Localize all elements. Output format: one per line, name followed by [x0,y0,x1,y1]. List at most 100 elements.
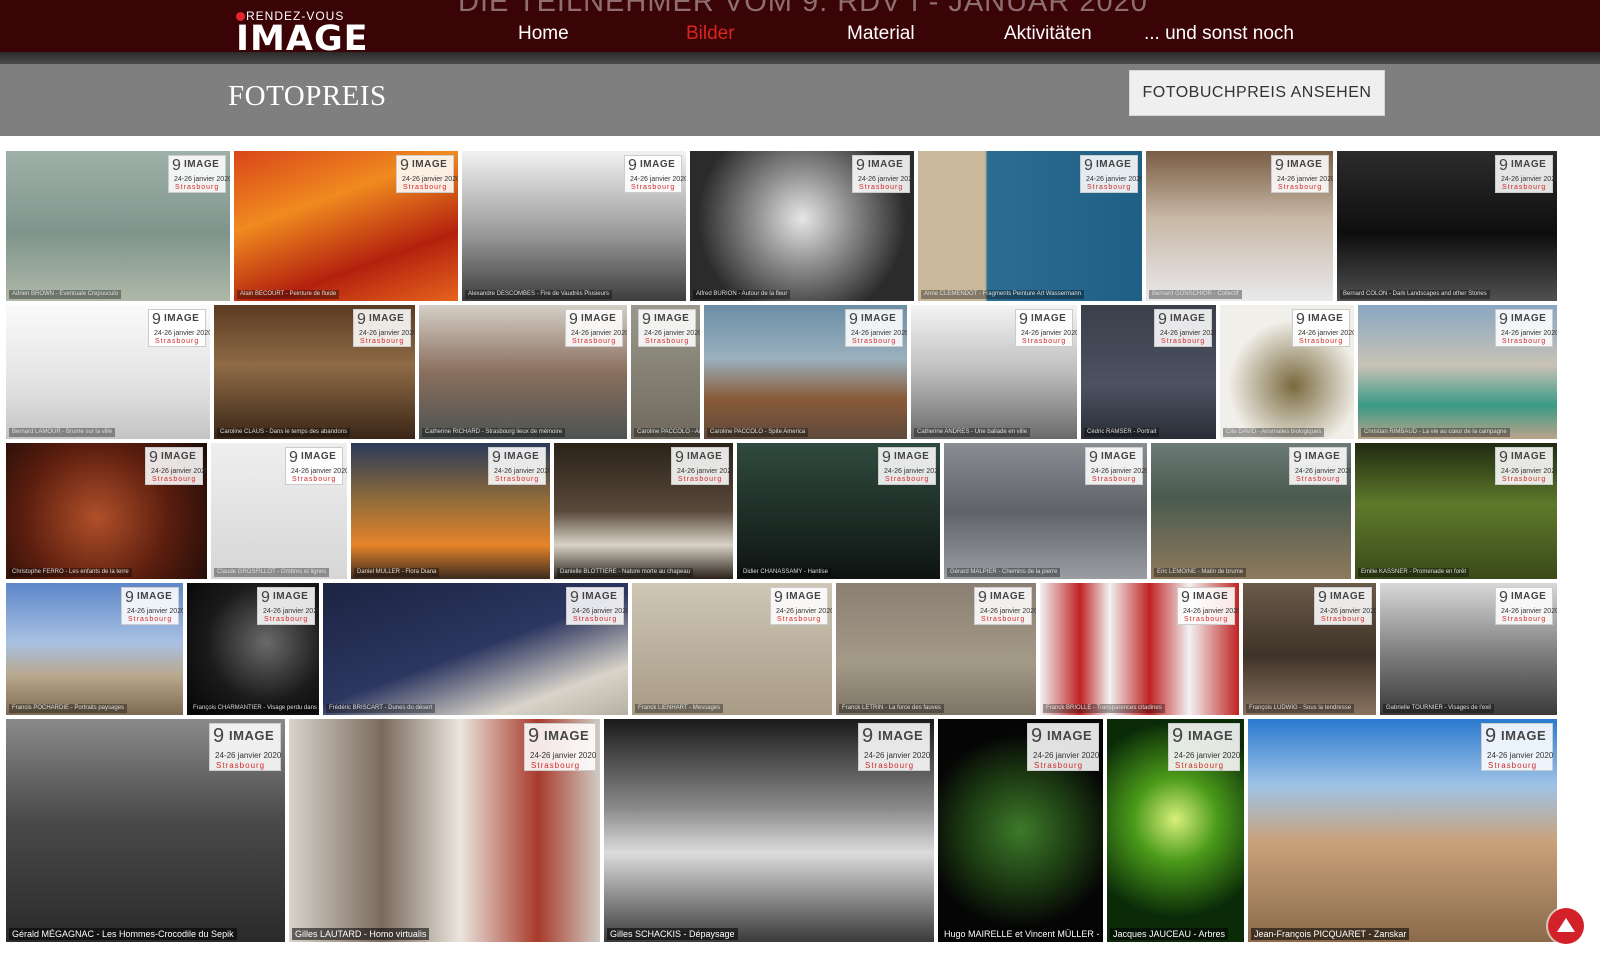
gallery-photo[interactable]: 9 IMAGE 24-26 janvier 2020 Strasbourg Gérard… [943,442,1148,580]
watermark-city: Strasbourg [573,616,618,623]
photo-caption: Didier CHANASSAMY - Hantise [740,568,831,577]
gallery-photo[interactable]: 9 IMAGE 24-26 janvier 2020 Strasbourg Adrien… [5,150,231,302]
gallery-photo[interactable]: 9 IMAGE 24-26 janvier 2020 Strasbourg Jacque… [1106,718,1245,943]
watermark-dates: 24-26 janvier 2020 [884,468,941,475]
watermark-city: Strasbourg [1502,184,1547,191]
watermark-city: Strasbourg [264,616,309,623]
arrow-up-icon [1557,918,1575,932]
nav-bilder[interactable]: Bilder [686,21,735,47]
gallery-photo[interactable]: 9 IMAGE 24-26 janvier 2020 Strasbourg Eric L… [1150,442,1352,580]
gallery-photo[interactable]: 9 IMAGE 24-26 janvier 2020 Strasbourg Gilles… [603,718,935,943]
watermark-city: Strasbourg [1502,338,1547,345]
nav-material[interactable]: Material [847,21,915,47]
gallery-photo[interactable]: 9 IMAGE 24-26 janvier 2020 Strasbourg Emilie… [1354,442,1558,580]
event-watermark: 9 IMAGE 24-26 janvier 2020 Strasbourg [1080,155,1142,193]
watermark-dates: 24-26 janvier 2020 [858,176,915,183]
gallery-photo[interactable]: 9 IMAGE 24-26 janvier 2020 Strasbourg Caroli… [213,304,416,440]
gallery-photo[interactable]: 9 IMAGE 24-26 janvier 2020 Strasbourg Cather… [418,304,628,440]
watermark-dates: 24-26 janvier 2020 [1501,176,1558,183]
gallery-photo[interactable]: 9 IMAGE 24-26 janvier 2020 Strasbourg Bernar… [5,304,211,440]
watermark-logo: IMAGE [1511,159,1547,170]
gallery-photo[interactable]: 9 IMAGE 24-26 janvier 2020 Strasbourg Gabrie… [1379,582,1558,716]
gallery-photo[interactable]: 9 IMAGE 24-26 janvier 2020 Strasbourg Alexan… [461,150,687,302]
gallery-photo[interactable]: 9 IMAGE 24-26 janvier 2020 Strasbourg Franço… [186,582,320,716]
gallery-photo[interactable]: 9 IMAGE 24-26 janvier 2020 Strasbourg Didier… [736,442,941,580]
watermark-city: Strasbourg [1502,616,1547,623]
watermark-number: 9 [856,157,865,174]
watermark-city: Strasbourg [1278,184,1323,191]
nav-aktivitaeten[interactable]: Aktivitäten [1004,21,1092,47]
gallery-photo[interactable]: 9 IMAGE 24-26 janvier 2020 Strasbourg Gilles… [288,718,601,943]
photo-caption: Alexandre DESCOMBES - Fire de Vaudrès Pl… [465,290,612,299]
gallery-photo[interactable]: 9 IMAGE 24-26 janvier 2020 Strasbourg Claude… [210,442,348,580]
photo-caption: Claude GROSFILLOT - Ombres et lignes [214,568,330,577]
gallery-photo[interactable]: 9 IMAGE 24-26 janvier 2020 Strasbourg Alain … [233,150,459,302]
gallery-photo[interactable]: 9 IMAGE 24-26 janvier 2020 Strasbourg Frédér… [322,582,629,716]
gallery-photo[interactable]: 9 IMAGE 24-26 janvier 2020 Strasbourg Bernar… [1145,150,1334,302]
gallery-photo[interactable]: 9 IMAGE 24-26 janvier 2020 Strasbourg Franck… [631,582,833,716]
watermark-dates: 24-26 janvier 2020 [174,176,231,183]
watermark-number: 9 [357,311,366,328]
watermark-dates: 24-26 janvier 2020 [571,330,628,337]
gallery-photo[interactable]: 9 IMAGE 24-26 janvier 2020 Strasbourg Gérald… [5,718,286,943]
watermark-city: Strasbourg [865,761,915,770]
watermark-city: Strasbourg [531,761,581,770]
photo-caption: Frédéric BRISCART - Dunes du désert [326,704,436,713]
gallery-photo[interactable]: 9 IMAGE 24-26 janvier 2020 Strasbourg Franck… [1039,582,1240,716]
photo-caption: Catherine RICHARD - Strasbourg lieux de … [422,428,566,437]
gallery-photo[interactable]: 9 IMAGE 24-26 janvier 2020 Strasbourg Hugo M… [937,718,1104,943]
gallery-photo[interactable]: 9 IMAGE 24-26 janvier 2020 Strasbourg Bernar… [1336,150,1558,302]
event-watermark: 9 IMAGE 24-26 janvier 2020 Strasbourg [285,447,347,485]
gallery-photo[interactable]: 9 IMAGE 24-26 janvier 2020 Strasbourg Cite D… [1219,304,1355,440]
watermark-dates: 24-26 janvier 2020 [1086,176,1143,183]
scroll-to-top-button[interactable] [1548,908,1584,944]
watermark-number: 9 [1181,589,1190,606]
watermark-dates: 24-26 janvier 2020 [1021,330,1078,337]
page-title: FOTOPREIS [228,80,387,112]
watermark-number: 9 [1499,449,1508,466]
gallery-photo[interactable]: 9 IMAGE 24-26 janvier 2020 Strasbourg Franck… [835,582,1037,716]
watermark-logo: IMAGE [1031,313,1067,324]
gallery-photo[interactable]: 9 IMAGE 24-26 janvier 2020 Strasbourg Franço… [1242,582,1377,716]
watermark-city: Strasbourg [572,338,617,345]
nav-home[interactable]: Home [518,21,569,47]
gallery-photo[interactable]: 9 IMAGE 24-26 janvier 2020 Strasbourg Cédric… [1080,304,1217,440]
gallery-photo[interactable]: 9 IMAGE 24-26 janvier 2020 Strasbourg Jean-F… [1247,718,1558,943]
event-watermark: 9 IMAGE 24-26 janvier 2020 Strasbourg [1027,723,1099,771]
photo-caption: Bernard COLON - Dark Landscapes and othe… [1340,290,1490,299]
watermark-logo: IMAGE [990,591,1026,602]
watermark-dates: 24-26 janvier 2020 [980,608,1037,615]
gallery-photo[interactable]: 9 IMAGE 24-26 janvier 2020 Strasbourg Anne C… [917,150,1143,302]
watermark-number: 9 [774,589,783,606]
photo-caption: Gérald MÉGAGNAC - Les Hommes-Crocodile d… [9,928,237,940]
gallery-photo[interactable]: 9 IMAGE 24-26 janvier 2020 Strasbourg Daniel… [553,442,734,580]
watermark-logo: IMAGE [544,728,590,743]
gallery-photo[interactable]: 9 IMAGE 24-26 janvier 2020 Strasbourg Alfred… [689,150,915,302]
watermark-city: Strasbourg [175,184,220,191]
photobook-prize-button[interactable]: FOTOBUCHPREIS ANSEHEN [1129,70,1385,116]
watermark-dates: 24-26 janvier 2020 [1501,330,1558,337]
gallery-photo[interactable]: 9 IMAGE 24-26 janvier 2020 Strasbourg Christ… [5,442,208,580]
gallery-photo[interactable]: 9 IMAGE 24-26 janvier 2020 Strasbourg Christ… [1357,304,1558,440]
event-watermark: 9 IMAGE 24-26 janvier 2020 Strasbourg [624,155,686,193]
gallery-photo[interactable]: 9 IMAGE 24-26 janvier 2020 Strasbourg Daniel… [350,442,551,580]
event-banner: DIE TEILNEHMER VOM 9. RDV I - JANUAR 202… [458,0,1148,18]
watermark-logo: IMAGE [1511,591,1547,602]
watermark-logo: IMAGE [504,451,540,462]
photo-caption: Gabrielle TOURNIER - Visages de l'exil [1383,704,1494,713]
watermark-dates: 24-26 janvier 2020 [1174,751,1241,760]
gallery-photo[interactable]: 9 IMAGE 24-26 janvier 2020 Strasbourg Caroli… [703,304,908,440]
gallery-photo[interactable]: 9 IMAGE 24-26 janvier 2020 Strasbourg Franci… [5,582,184,716]
watermark-number: 9 [213,725,225,747]
event-watermark: 9 IMAGE 24-26 janvier 2020 Strasbourg [878,447,940,485]
watermark-logo: IMAGE [640,159,676,170]
gallery-photo[interactable]: 9 IMAGE 24-26 janvier 2020 Strasbourg Caroli… [630,304,701,440]
watermark-city: Strasbourg [1299,338,1344,345]
nav-und-sonst-noch[interactable]: ... und sonst noch [1144,21,1294,47]
photo-caption: François CHARMANTIER - Visage perdu dans… [190,704,318,713]
event-watermark: 9 IMAGE 24-26 janvier 2020 Strasbourg [770,587,832,625]
gallery-photo[interactable]: 9 IMAGE 24-26 janvier 2020 Strasbourg Cather… [910,304,1078,440]
photo-caption: Caroline PACCOLO - Spite America [707,428,809,437]
watermark-city: Strasbourg [1161,338,1206,345]
watermark-city: Strasbourg [859,184,904,191]
